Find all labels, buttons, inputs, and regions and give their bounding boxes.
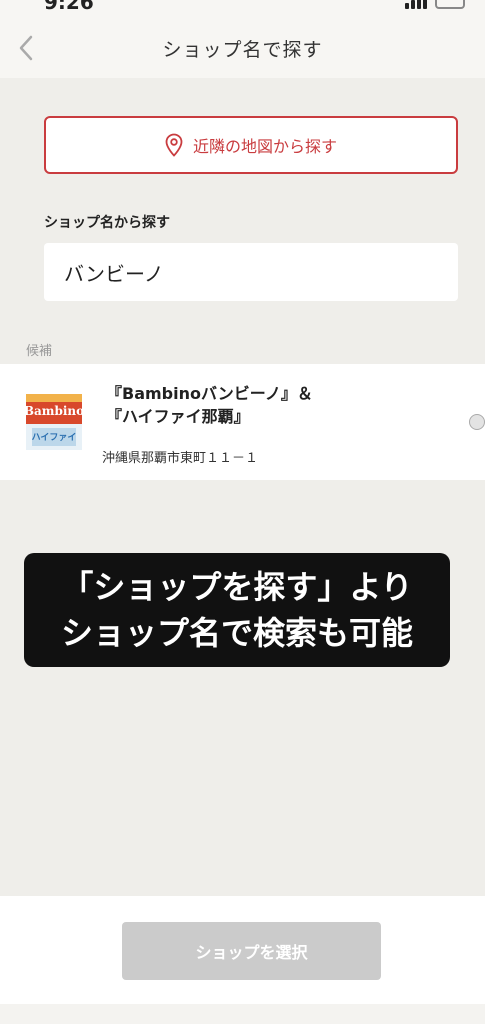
thumb-text-top: Bambino: [26, 404, 82, 418]
status-time: 9:26: [44, 0, 94, 14]
status-icons: [405, 0, 465, 9]
shop-name-line1: 『Bambinoバンビーノ』＆: [106, 384, 313, 403]
candidate-item[interactable]: Bambino ハイファイ 『Bambinoバンビーノ』＆ 『ハイファイ那覇』 …: [0, 364, 485, 480]
status-bar: 9:26: [0, 0, 485, 18]
signal-icon: [405, 0, 427, 9]
candidate-radio[interactable]: [469, 414, 485, 430]
candidates-label: 候補: [26, 344, 53, 359]
thumb-text-bottom: ハイファイ: [32, 432, 77, 443]
shop-name: 『Bambinoバンビーノ』＆ 『ハイファイ那覇』: [106, 382, 426, 428]
nav-bar: ショップ名で探す: [0, 18, 485, 78]
map-search-label: 近隣の地図から探す: [192, 137, 337, 156]
shop-name-search-label: ショップ名から探す: [44, 215, 170, 231]
shop-name-line2: 『ハイファイ那覇』: [106, 407, 250, 426]
battery-icon: [435, 0, 465, 9]
footer-strip: [0, 1004, 485, 1024]
select-shop-button[interactable]: ショップを選択: [122, 922, 381, 980]
page-title: ショップ名で探す: [162, 38, 323, 61]
overlay-caption: 「ショップを探す」より ショップ名で検索も可能: [24, 553, 450, 667]
back-button[interactable]: [14, 32, 38, 64]
shop-address: 沖縄県那覇市東町１１－１: [102, 451, 259, 466]
caption-line1: 「ショップを探す」より: [61, 568, 413, 606]
caption-line2: ショップ名で検索も可能: [60, 614, 413, 652]
map-search-button[interactable]: 近隣の地図から探す: [44, 116, 458, 174]
shop-name-input[interactable]: [44, 243, 458, 301]
bottom-panel: ショップを選択: [0, 896, 485, 1024]
map-pin-icon: [165, 133, 183, 157]
chevron-left-icon: [19, 35, 33, 61]
shop-thumbnail: Bambino ハイファイ: [26, 394, 82, 450]
